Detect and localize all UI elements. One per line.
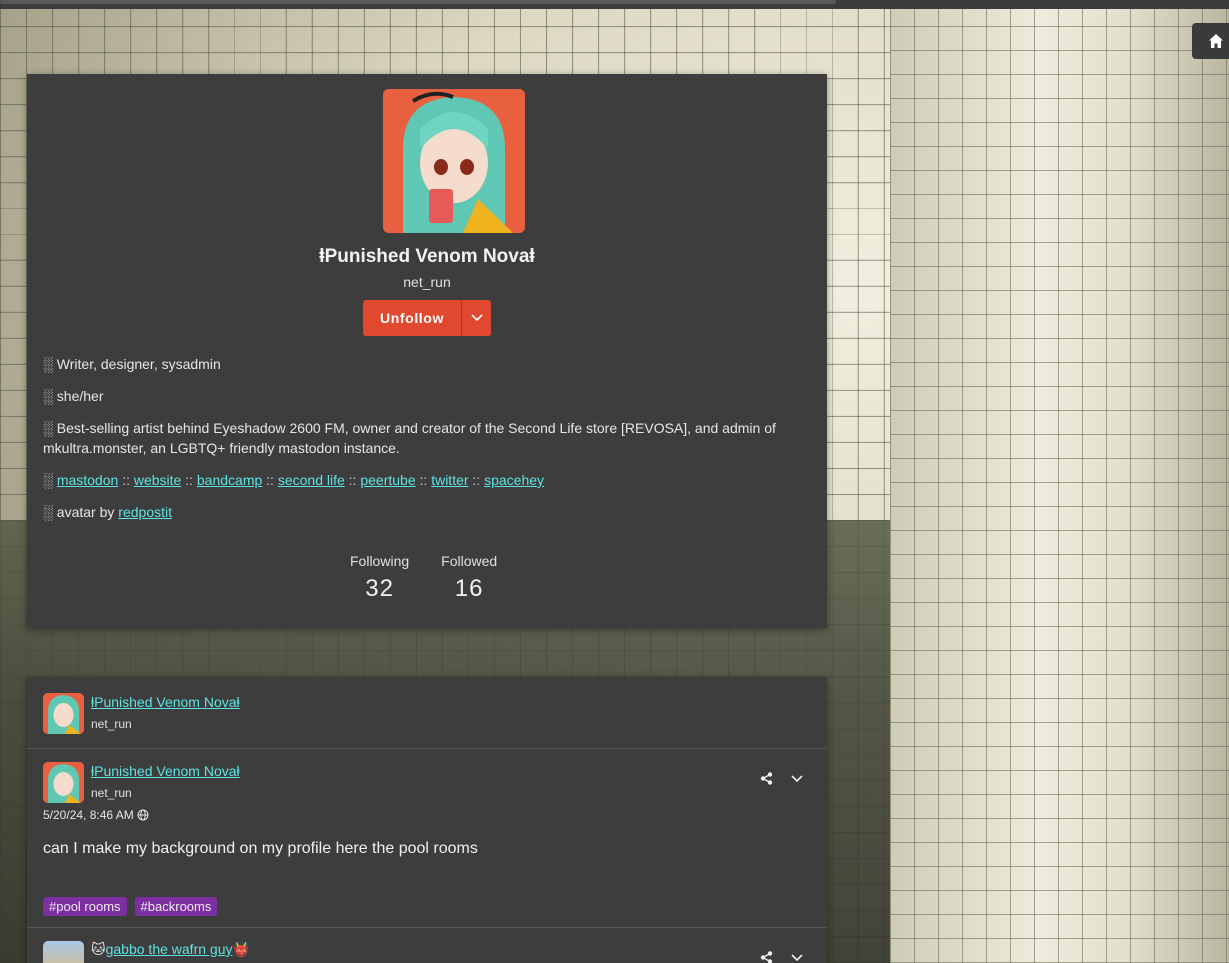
link-redpostit[interactable]: redpostit [118,504,172,520]
bio-line: ░ she/her [43,388,104,404]
bio-avatar-credit: ░ avatar by redpostit [43,502,813,522]
oni-emoji: 👹 [232,941,250,957]
next-author-name-link[interactable]: gabbo the wafrn guy [106,941,233,957]
profile-card: ⱡPunished Venom Novaⱡ net_run Unfollow ░… [27,74,827,628]
avatar-credit-prefix: ░ avatar by [43,504,119,520]
link-separator: :: [185,472,193,488]
chevron-down-icon[interactable] [791,953,803,962]
profile-handle: net_run [403,274,451,290]
timestamp-text: 5/20/24, 8:46 AM [43,808,134,822]
chevron-down-icon [470,314,483,322]
share-icon[interactable] [760,951,773,963]
share-icon[interactable] [760,772,773,785]
post-card: ⱡPunished Venom Novaⱡ net_run ⱡPunished … [27,677,827,963]
author-name-link[interactable]: ⱡPunished Venom Novaⱡ [91,763,240,779]
profile-avatar[interactable] [383,89,525,233]
link-bandcamp[interactable]: bandcamp [197,472,262,488]
author-name-block: ⱡPunished Venom Novaⱡ net_run [91,762,240,803]
author-row: ⱡPunished Venom Novaⱡ net_run [43,762,240,803]
next-author-avatar[interactable] [43,941,84,963]
cat-emoji: 🐱 [91,941,106,957]
chevron-down-icon[interactable] [791,774,803,783]
followed-label: Followed [441,553,498,569]
reblogger-handle: net_run [91,717,132,731]
profile-stats: Following 32 Followed 16 [350,553,497,603]
post-actions [760,772,803,785]
link-separator: :: [266,472,274,488]
follow-options-dropdown[interactable] [461,300,491,336]
next-post-actions [760,951,803,963]
link-separator: :: [122,472,130,488]
link-twitter[interactable]: twitter [431,472,468,488]
link-peertube[interactable]: peertube [360,472,415,488]
profile-bio: ░ Writer, designer, sysadmin ░ she/her ░… [43,354,813,534]
link-spacehey[interactable]: spacehey [484,472,544,488]
reblogger-avatar[interactable] [43,693,84,734]
bio-line: ░ Best-selling artist behind Eyeshadow 2… [43,420,776,456]
following-label: Following [350,553,410,569]
link-separator: :: [419,472,428,488]
followed-count: 16 [454,575,484,602]
author-handle: net_run [91,786,132,800]
bio-links: ░ mastodon :: website :: bandcamp :: sec… [43,470,813,490]
post-timestamp[interactable]: 5/20/24, 8:46 AM [43,808,149,822]
follow-button-group: Unfollow [363,300,491,336]
link-second-life[interactable]: second life [278,472,345,488]
post-divider [27,927,827,928]
background-tiled-column [890,9,1229,963]
author-avatar[interactable] [43,762,84,803]
tag-pool-rooms[interactable]: #pool rooms [43,897,127,916]
globe-icon [137,809,149,821]
horizontal-scrollbar[interactable] [0,0,836,4]
link-separator: :: [472,472,481,488]
next-author-name-block: 🐱gabbo the wafrn guy👹 [91,941,250,963]
unfollow-button[interactable]: Unfollow [363,300,461,336]
link-mastodon[interactable]: mastodon [57,472,118,488]
reblogger-row: ⱡPunished Venom Novaⱡ net_run [43,693,240,734]
profile-display-name: ⱡPunished Venom Novaⱡ [319,246,535,267]
next-post-author-row: 🐱gabbo the wafrn guy👹 [43,941,250,963]
home-icon [1209,34,1223,48]
reblogger-name-block: ⱡPunished Venom Novaⱡ net_run [91,693,240,734]
reblogger-name-link[interactable]: ⱡPunished Venom Novaⱡ [91,694,240,710]
followed-stat[interactable]: Followed 16 [441,553,497,603]
link-website[interactable]: website [134,472,181,488]
link-separator: :: [348,472,357,488]
following-count: 32 [365,575,394,602]
post-tags: #pool rooms #backrooms [43,897,218,916]
post-divider [27,748,827,749]
home-button[interactable] [1192,23,1229,59]
tag-backrooms[interactable]: #backrooms [134,897,218,916]
bio-links-prefix: ░ [43,472,57,488]
post-body: can I make my background on my profile h… [43,840,478,857]
bio-line: ░ Writer, designer, sysadmin [43,356,221,372]
browser-top-bar [0,0,1229,9]
following-stat[interactable]: Following 32 [350,553,409,603]
